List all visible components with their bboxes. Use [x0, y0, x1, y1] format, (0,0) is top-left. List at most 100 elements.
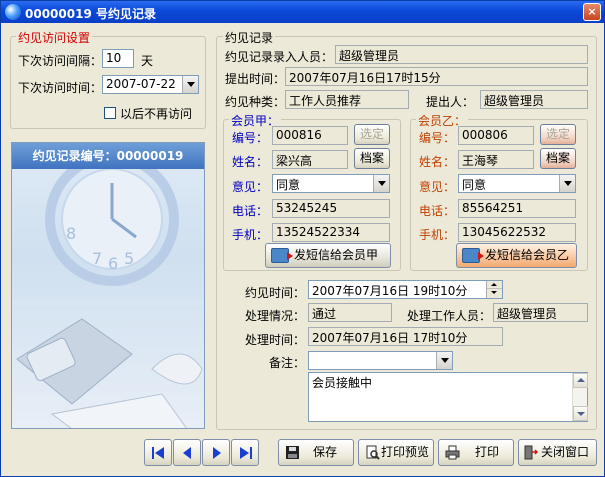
interval-label: 下次访问间隔： [18, 54, 103, 68]
submit-time-field: 2007年07月16日17时15分 [285, 67, 588, 86]
note-label: 备注： [269, 356, 306, 370]
status-label: 处理情况： [245, 309, 306, 323]
decorative-image-panel: 约见记录编号：00000019 7 6 5 8 [11, 142, 205, 429]
member-a-archive-button[interactable]: 档案 [354, 148, 390, 169]
member-a-id-field: 000816 [272, 126, 348, 145]
app-icon [5, 4, 21, 20]
exit-door-icon [524, 445, 538, 460]
member-b-opinion-label: 意见： [419, 180, 456, 194]
first-record-button[interactable] [144, 439, 172, 466]
handler-field: 超级管理员 [493, 303, 588, 322]
note-textarea[interactable]: 会员接触中 [308, 372, 588, 422]
member-a-phone-field: 53245245 [272, 199, 390, 218]
member-a-mobile-field: 13524522334 [272, 223, 390, 242]
member-a-phone-label: 电话： [232, 204, 269, 218]
member-a-name-label: 姓名： [232, 155, 269, 169]
last-record-button[interactable] [231, 439, 259, 466]
member-a-opinion-dropdown-icon[interactable] [373, 175, 389, 192]
member-a-sms-button[interactable]: 发短信给会员甲 [265, 243, 391, 268]
last-record-icon [240, 447, 252, 459]
type-label: 约见种类： [225, 95, 286, 109]
member-b-mobile-label: 手机： [419, 228, 456, 242]
submit-time-label: 提出时间： [225, 72, 286, 86]
close-window-toolbar-button[interactable]: 关闭窗口 [518, 439, 597, 466]
member-a-mobile-label: 手机： [232, 228, 269, 242]
member-b-mobile-field: 13045622532 [458, 223, 576, 242]
next-time-value: 2007-07-22 [106, 77, 176, 91]
member-b-name-field: 王海琴 [458, 150, 534, 169]
member-b-opinion-select[interactable]: 同意 [458, 174, 576, 193]
handle-time-label: 处理时间： [245, 333, 306, 347]
first-record-icon [152, 447, 164, 459]
print-preview-label: 打印预览 [381, 445, 430, 459]
entry-person-field: 超级管理员 [335, 45, 588, 64]
next-record-button[interactable] [202, 439, 230, 466]
svg-text:8: 8 [66, 224, 76, 243]
close-window-label: 关闭窗口 [541, 445, 590, 459]
note-select[interactable] [308, 351, 453, 370]
note-scrollbar[interactable] [572, 373, 588, 421]
member-b-phone-field: 85564251 [458, 199, 576, 218]
member-b-id-label: 编号： [419, 131, 456, 145]
no-more-visit-checkbox[interactable] [104, 107, 116, 119]
no-more-visit-label: 以后不再访问 [120, 107, 193, 121]
member-b-phone-label: 电话： [419, 204, 456, 218]
note-dropdown-icon[interactable] [436, 352, 452, 369]
member-b-name-label: 姓名： [419, 155, 456, 169]
printer-icon [445, 445, 460, 460]
member-a-id-label: 编号： [232, 131, 269, 145]
print-preview-icon [366, 445, 380, 460]
member-b-opinion-value: 同意 [462, 178, 487, 192]
previous-record-icon [183, 447, 191, 459]
office-illustration: 7 6 5 8 [12, 169, 204, 428]
interval-unit: 天 [141, 54, 154, 68]
member-a-opinion-value: 同意 [276, 178, 301, 192]
meeting-record-window: 00000019 号约见记录 × 约见访问设置 下次访问间隔： 10 天 下次访… [0, 0, 605, 477]
member-b-sms-label: 发短信给会员乙 [485, 248, 570, 262]
note-text: 会员接触中 [312, 376, 373, 390]
window-title: 00000019 号约见记录 [25, 7, 156, 21]
member-b-opinion-dropdown-icon[interactable] [559, 175, 575, 192]
record-legend: 约见记录 [223, 29, 276, 46]
type-field: 工作人员推荐 [285, 90, 409, 109]
member-a-sms-label: 发短信给会员甲 [294, 248, 379, 262]
save-button[interactable]: 保存 [278, 439, 354, 466]
next-time-picker[interactable]: 2007-07-22 [102, 75, 199, 94]
member-a-select-button[interactable]: 选定 [354, 124, 390, 145]
handle-time-field: 2007年07月16日 17时10分 [308, 327, 503, 346]
member-a-opinion-label: 意见： [232, 180, 269, 194]
meeting-time-value: 2007年07月16日 19时10分 [312, 284, 468, 298]
print-preview-button[interactable]: 打印预览 [358, 439, 434, 466]
print-label: 打印 [475, 445, 500, 459]
send-sms-icon [462, 248, 484, 263]
record-number-header: 约见记录编号：00000019 [12, 143, 204, 169]
member-b-select-button[interactable]: 选定 [540, 124, 576, 145]
next-time-dropdown-icon[interactable] [182, 76, 198, 93]
visit-settings-legend: 约见访问设置 [16, 29, 93, 46]
handler-label: 处理工作人员： [407, 309, 492, 323]
close-window-button[interactable]: × [583, 3, 601, 21]
member-a-opinion-select[interactable]: 同意 [272, 174, 390, 193]
print-button[interactable]: 打印 [438, 439, 514, 466]
status-field: 通过 [308, 303, 392, 322]
member-a-name-field: 梁兴高 [272, 150, 348, 169]
previous-record-button[interactable] [173, 439, 201, 466]
interval-input[interactable]: 10 [102, 49, 134, 68]
member-b-id-field: 000806 [458, 126, 534, 145]
meeting-time-label: 约见时间： [245, 286, 306, 300]
meeting-time-spinner-icon[interactable] [486, 281, 502, 298]
scroll-up-icon[interactable] [573, 373, 588, 388]
title-bar[interactable]: 00000019 号约见记录 × [1, 1, 604, 23]
next-record-icon [213, 447, 221, 459]
svg-text:7: 7 [92, 249, 102, 268]
next-time-label: 下次访问时间： [18, 81, 103, 95]
member-b-archive-button[interactable]: 档案 [540, 148, 576, 169]
entry-person-label: 约见记录录入人员： [225, 50, 334, 64]
send-sms-icon [271, 248, 293, 263]
member-b-sms-button[interactable]: 发短信给会员乙 [456, 243, 577, 268]
svg-text:6: 6 [108, 254, 118, 273]
scroll-down-icon[interactable] [573, 406, 588, 421]
meeting-time-picker[interactable]: 2007年07月16日 19时10分 [308, 280, 503, 299]
proposer-field: 超级管理员 [480, 90, 588, 109]
svg-text:5: 5 [124, 249, 134, 268]
